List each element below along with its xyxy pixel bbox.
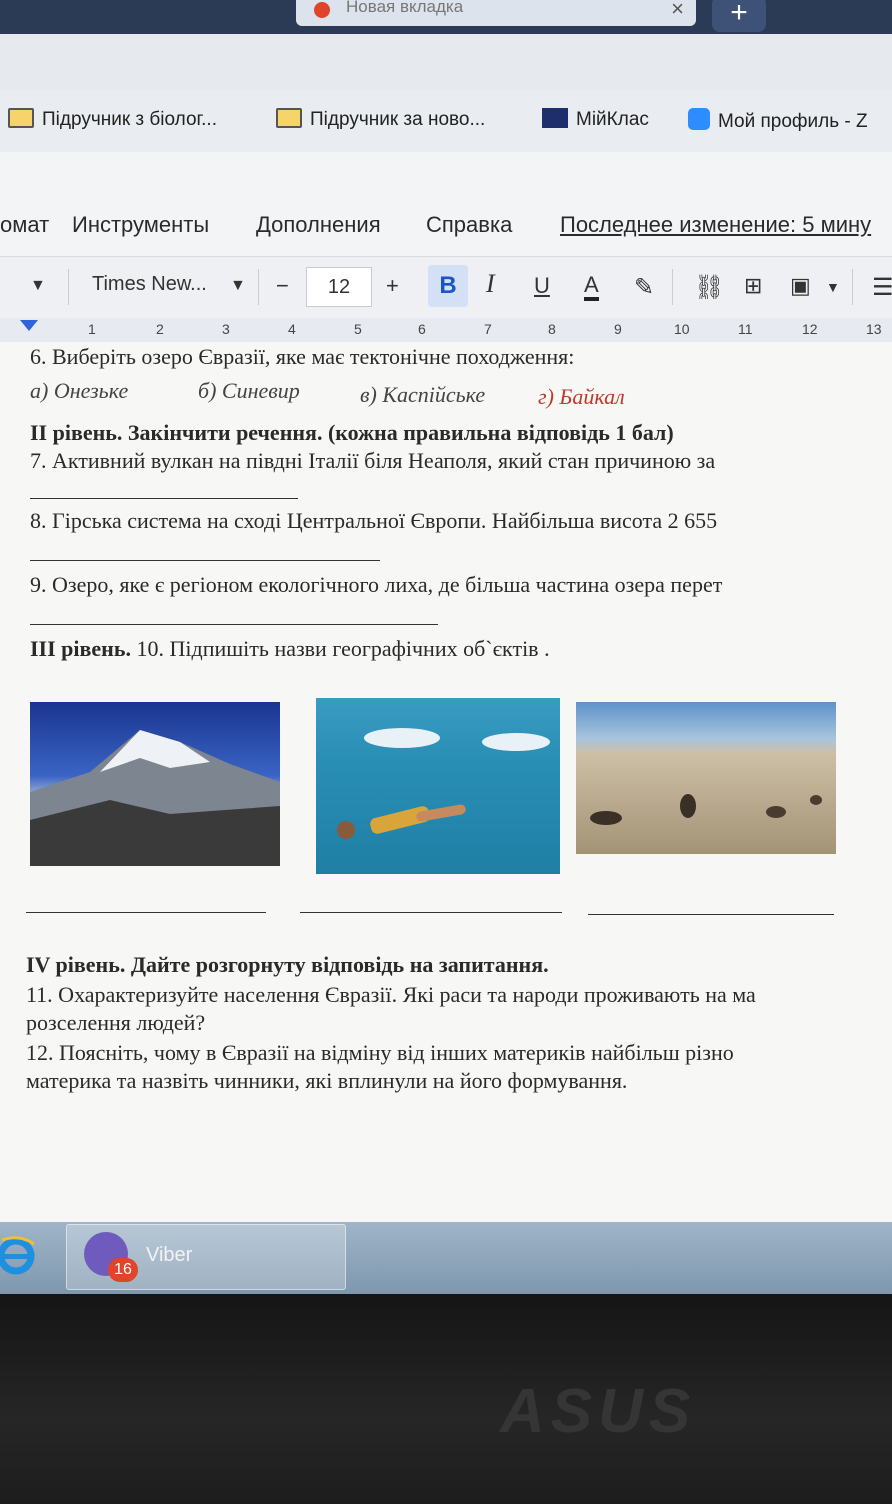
- floating-person-illustration: [337, 728, 550, 839]
- viber-label: Viber: [146, 1244, 193, 1266]
- ruler-tick-label: 4: [288, 321, 296, 337]
- internet-explorer-icon[interactable]: [0, 1232, 38, 1278]
- option-c: в) Каспійське: [360, 382, 486, 407]
- option-d-selected: г) Байкал: [538, 384, 625, 409]
- browser-tab[interactable]: Новая вкладка ×: [296, 0, 696, 26]
- ruler-tick-label: 3: [222, 321, 230, 337]
- tab-title: Новая вкладка: [346, 0, 464, 16]
- ruler-tick-label: 2: [156, 321, 164, 337]
- ie-logo: [0, 1236, 35, 1275]
- bookmark-label: Мой профиль - Z: [718, 111, 868, 132]
- notification-badge: 16: [108, 1258, 138, 1282]
- mountain-photo: [30, 702, 280, 866]
- ruler-tick-label: 12: [802, 321, 818, 337]
- book-icon: [276, 108, 302, 128]
- book-icon: [8, 108, 34, 128]
- bookmark-biology[interactable]: Підручник з біолог...: [8, 108, 217, 131]
- level-3-heading: ІІІ рівень. 10. Підпишіть назви географі…: [30, 636, 550, 662]
- style-dropdown-icon[interactable]: ▼: [30, 277, 46, 295]
- ruler-tick-label: 11: [738, 321, 753, 337]
- italic-button[interactable]: I: [486, 269, 495, 299]
- font-family-select[interactable]: Times New...: [92, 273, 207, 296]
- zoom-icon: [688, 108, 710, 130]
- font-size-increase-button[interactable]: +: [386, 273, 399, 299]
- question-11-line-2: розселення людей?: [26, 1010, 206, 1035]
- ruler-tick-label: 1: [88, 321, 96, 337]
- toolbar-divider: [852, 269, 853, 305]
- ruler-tick-label: 7: [484, 321, 492, 337]
- toolbar-divider: [258, 269, 259, 305]
- desert-photo: [576, 702, 836, 854]
- question-9: 9. Озеро, яке є регіоном екологічного ли…: [30, 572, 723, 597]
- menu-help[interactable]: Справка: [426, 212, 512, 238]
- question-7: 7. Активний вулкан на півдні Італії біля…: [30, 448, 716, 473]
- tab-close-button[interactable]: ×: [671, 0, 684, 22]
- option-a: а) Онезьке: [30, 378, 129, 403]
- level-4-heading: IV рівень. Дайте розгорнуту відповідь на…: [26, 952, 549, 977]
- question-12-line-1: 12. Поясніть, чому в Євразії на відміну …: [26, 1040, 734, 1065]
- bookmark-label: МійКлас: [576, 109, 649, 130]
- answer-line-photo-2[interactable]: [300, 912, 562, 913]
- miyklas-icon: [542, 108, 568, 128]
- highlight-pen-icon[interactable]: ✎: [634, 273, 654, 302]
- text-color-button[interactable]: A: [584, 273, 599, 301]
- level-3-label: ІІІ рівень.: [30, 636, 131, 661]
- menu-format[interactable]: омат: [0, 212, 49, 238]
- answer-line-7[interactable]: [30, 498, 298, 499]
- bookmark-label: Підручник з біолог...: [42, 109, 217, 130]
- ruler-tick-label: 5: [354, 321, 362, 337]
- question-10: 10. Підпишіть назви географічних об`єкті…: [131, 636, 550, 661]
- opera-icon: [314, 2, 330, 18]
- ruler-tick-label: 9: [614, 321, 622, 337]
- add-comment-icon[interactable]: ⊞: [744, 273, 762, 299]
- bookmark-textbook[interactable]: Підручник за ново...: [276, 108, 485, 131]
- answer-line-9[interactable]: [30, 624, 438, 625]
- option-b: б) Синевир: [198, 378, 300, 403]
- ruler-tick-label: 13: [866, 321, 882, 337]
- bookmark-miyklas[interactable]: МійКлас: [542, 108, 649, 131]
- toolbar-divider: [68, 269, 69, 305]
- chevron-down-icon[interactable]: ▼: [826, 279, 840, 295]
- desert-illustration: [590, 794, 822, 825]
- bookmarks-bar: Підручник з біолог... Підручник за ново.…: [0, 90, 892, 153]
- menu-tools[interactable]: Инструменты: [72, 212, 209, 238]
- new-tab-button[interactable]: +: [712, 0, 766, 32]
- question-12-line-2: материка та назвіть чинники, які вплинул…: [26, 1068, 628, 1093]
- answer-line-photo-1[interactable]: [26, 912, 266, 913]
- question-11-line-1: 11. Охарактеризуйте населення Євразії. Я…: [26, 982, 756, 1007]
- ruler-tick-label: 10: [674, 321, 690, 337]
- toolbar-divider: [672, 269, 673, 305]
- ruler[interactable]: 1 2 3 4 5 6 7 8 9 10 11 12 13: [0, 318, 892, 343]
- mountain-illustration: [30, 730, 280, 866]
- laptop-bezel: [0, 1294, 892, 1504]
- bold-button[interactable]: B: [428, 265, 468, 307]
- link-icon[interactable]: ⛓: [694, 273, 724, 302]
- menu-addons[interactable]: Дополнения: [256, 212, 381, 238]
- question-8: 8. Гірська система на сході Центральної …: [30, 508, 718, 533]
- bookmark-zoom-profile[interactable]: Мой профиль - Z: [688, 108, 868, 133]
- answer-line-photo-3[interactable]: [588, 914, 834, 915]
- font-size-input[interactable]: 12: [306, 267, 372, 307]
- chevron-down-icon[interactable]: ▼: [230, 277, 246, 295]
- level-2-heading: ІІ рівень. Закінчити речення. (кожна пра…: [30, 420, 674, 445]
- browser-toolbar: [0, 34, 892, 90]
- answer-line-8[interactable]: [30, 560, 380, 561]
- underline-button[interactable]: U: [534, 273, 550, 299]
- laptop-brand-logo: ASUS: [500, 1377, 697, 1446]
- ruler-tick-label: 6: [418, 321, 426, 337]
- indent-marker[interactable]: [20, 320, 38, 331]
- last-edit-link[interactable]: Последнее изменение: 5 мину: [560, 212, 871, 238]
- docs-menu-bar: омат Инструменты Дополнения Справка Посл…: [0, 152, 892, 256]
- formatting-toolbar: ▼ Times New... ▼ − 12 + B I U A ✎ ⛓ ⊞ ▣ …: [0, 256, 892, 320]
- ruler-tick-label: 8: [548, 321, 556, 337]
- dead-sea-photo: [316, 698, 560, 874]
- align-menu-icon[interactable]: ☰: [872, 273, 892, 302]
- font-size-decrease-button[interactable]: −: [276, 273, 289, 299]
- bookmark-label: Підручник за ново...: [310, 109, 486, 130]
- insert-image-icon[interactable]: ▣: [790, 273, 811, 299]
- question-6: 6. Виберіть озеро Євразії, яке має текто…: [30, 344, 575, 369]
